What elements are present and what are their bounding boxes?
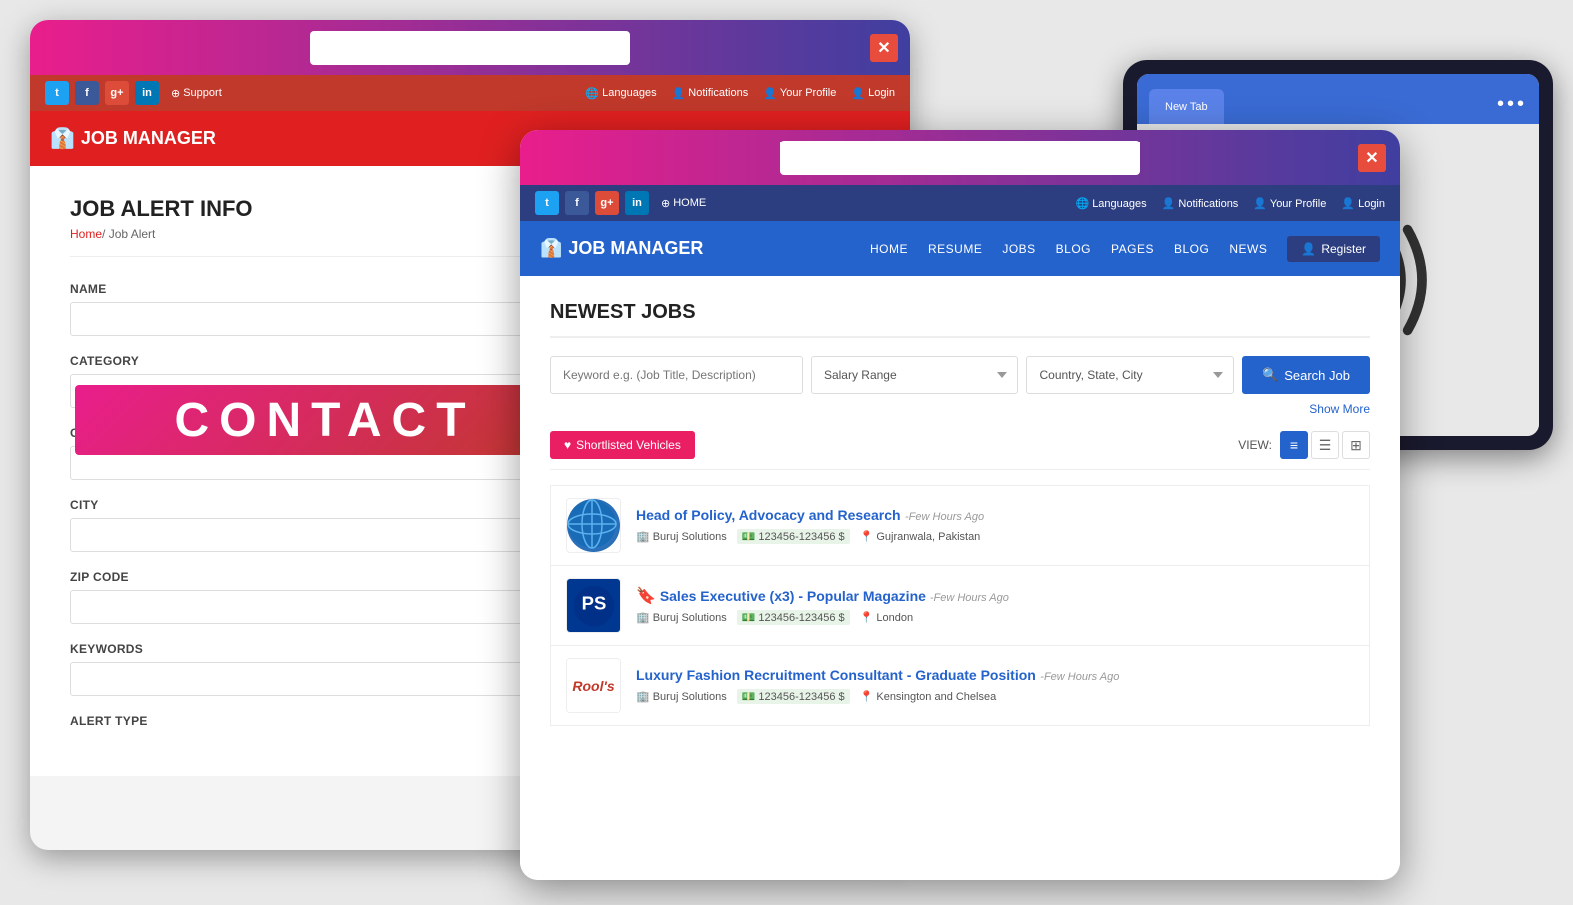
job-info-2: 🔖 Sales Executive (x3) - Popular Magazin…	[636, 586, 1354, 625]
contact-banner: CONTACT	[75, 385, 575, 455]
front-nav-home[interactable]: HOME	[870, 242, 908, 256]
front-nav-resume[interactable]: RESUME	[928, 242, 982, 256]
front-profile-link[interactable]: 👤 Your Profile	[1253, 197, 1326, 210]
shortlist-button[interactable]: ♥ Shortlisted Vehicles	[550, 431, 695, 459]
front-brand-logo[interactable]: 👔 JOB MANAGER	[540, 238, 703, 259]
front-nav-pages[interactable]: PAGES	[1111, 242, 1154, 256]
front-notifications-link[interactable]: 👤 Notifications	[1162, 197, 1239, 210]
job-time-2: -Few Hours Ago	[930, 592, 1009, 604]
linkedin-icon[interactable]: in	[135, 81, 159, 105]
front-login-link[interactable]: 👤 Login	[1341, 197, 1385, 210]
job-logo-ps: PS	[566, 578, 621, 633]
breadcrumb-home[interactable]: Home	[70, 227, 102, 241]
front-twitter-icon[interactable]: t	[535, 191, 559, 215]
job-salary-3: 💵 123456-123456 $	[737, 689, 850, 704]
job-meta-2: 🏢 Buruj Solutions 💵 123456-123456 $ 📍 Lo…	[636, 610, 1354, 625]
notifications-link[interactable]: 👤 Notifications	[672, 87, 749, 100]
tab-dots-icon: •••	[1497, 93, 1527, 124]
job-title-3[interactable]: Luxury Fashion Recruitment Consultant - …	[636, 667, 1036, 683]
back-social-bar: t f g+ in ⊕ Support 🌐 Languages 👤 Notifi…	[30, 75, 910, 111]
job-time-1: -Few Hours Ago	[905, 511, 984, 523]
table-row: PS 🔖 Sales Executive (x3) - Popular Maga…	[550, 566, 1370, 646]
front-linkedin-icon[interactable]: in	[625, 191, 649, 215]
job-logo-globe	[566, 498, 621, 553]
front-nav-news[interactable]: NEWS	[1229, 242, 1267, 256]
view-list1-button[interactable]: ≡	[1280, 431, 1308, 459]
heart-icon: ♥	[564, 438, 571, 452]
table-row: Head of Policy, Advocacy and Research -F…	[550, 485, 1370, 566]
front-search-bar[interactable]	[780, 141, 1140, 175]
front-nav-bar: 👔 JOB MANAGER HOME RESUME JOBS BLOG PAGE…	[520, 221, 1400, 276]
gplus-icon[interactable]: g+	[105, 81, 129, 105]
job-meta-3: 🏢 Buruj Solutions 💵 123456-123456 $ 📍 Ke…	[636, 689, 1354, 704]
globe-logo	[567, 499, 620, 552]
tablet-browser-bar: New Tab •••	[1137, 74, 1539, 124]
show-more-link[interactable]: Show More	[550, 402, 1370, 416]
front-support-link[interactable]: ⊕ HOME	[661, 197, 706, 210]
job-company-2: 🏢 Buruj Solutions	[636, 611, 727, 624]
support-link[interactable]: ⊕ Support	[171, 87, 222, 100]
playstation-logo: PS	[567, 579, 620, 632]
front-social-bar: t f g+ in ⊕ HOME 🌐 Languages 👤 Notificat…	[520, 185, 1400, 221]
login-link[interactable]: 👤 Login	[851, 87, 895, 100]
front-close-button[interactable]: ✕	[1358, 144, 1386, 172]
front-topbar-right: 🌐 Languages 👤 Notifications 👤 Your Profi…	[1075, 197, 1385, 210]
back-gradient-bar: ✕	[30, 20, 910, 75]
front-search-input[interactable]	[780, 142, 1140, 157]
table-row: Rool's Luxury Fashion Recruitment Consul…	[550, 646, 1370, 726]
languages-link[interactable]: 🌐 Languages	[585, 87, 656, 100]
register-button[interactable]: 👤 Register	[1287, 236, 1380, 262]
job-location-2: 📍 London	[860, 611, 913, 624]
job-company-3: 🏢 Buruj Solutions	[636, 690, 727, 703]
toolbar: ♥ Shortlisted Vehicles VIEW: ≡ ☰ ⊞	[550, 431, 1370, 470]
front-content-area: NEWEST JOBS Salary Range Country, State,…	[520, 276, 1400, 880]
back-search-bar[interactable]	[310, 31, 630, 65]
search-row: Salary Range Country, State, City 🔍 Sear…	[550, 356, 1370, 394]
job-title-1[interactable]: Head of Policy, Advocacy and Research	[636, 507, 901, 523]
salary-select[interactable]: Salary Range	[811, 356, 1019, 394]
search-job-button[interactable]: 🔍 Search Job	[1242, 356, 1370, 394]
job-info-3: Luxury Fashion Recruitment Consultant - …	[636, 667, 1354, 704]
keyword-input[interactable]	[550, 356, 803, 394]
tablet-tab[interactable]: New Tab	[1149, 89, 1224, 124]
front-nav-blog2[interactable]: BLOG	[1174, 242, 1209, 256]
job-salary-1: 💵 123456-123456 $	[737, 529, 850, 544]
view-buttons: ≡ ☰ ⊞	[1280, 431, 1370, 459]
job-time-3: -Few Hours Ago	[1040, 671, 1119, 683]
back-brand-logo[interactable]: 👔 JOB MANAGER	[50, 126, 216, 151]
front-nav-links: HOME RESUME JOBS BLOG PAGES BLOG NEWS 👤 …	[870, 236, 1380, 262]
front-facebook-icon[interactable]: f	[565, 191, 589, 215]
front-gradient-bar: ✕	[520, 130, 1400, 185]
tie-icon: 👔	[50, 126, 75, 151]
facebook-icon[interactable]: f	[75, 81, 99, 105]
profile-link[interactable]: 👤 Your Profile	[763, 87, 836, 100]
job-title-2[interactable]: 🔖 Sales Executive (x3) - Popular Magazin…	[636, 588, 930, 604]
job-info-1: Head of Policy, Advocacy and Research -F…	[636, 507, 1354, 544]
job-meta-1: 🏢 Buruj Solutions 💵 123456-123456 $ 📍 Gu…	[636, 529, 1354, 544]
front-nav-blog1[interactable]: BLOG	[1056, 242, 1091, 256]
contact-text: CONTACT	[174, 393, 475, 448]
back-close-button[interactable]: ✕	[870, 34, 898, 62]
location-select[interactable]: Country, State, City	[1026, 356, 1234, 394]
job-company-1: 🏢 Buruj Solutions	[636, 530, 727, 543]
front-nav-jobs[interactable]: JOBS	[1002, 242, 1035, 256]
view-list2-button[interactable]: ☰	[1311, 431, 1339, 459]
front-gplus-icon[interactable]: g+	[595, 191, 619, 215]
view-label: VIEW:	[1238, 438, 1272, 452]
twitter-icon[interactable]: t	[45, 81, 69, 105]
back-topbar-right: 🌐 Languages 👤 Notifications 👤 Your Profi…	[585, 87, 895, 100]
job-location-3: 📍 Kensington and Chelsea	[860, 690, 997, 703]
job-logo-rools: Rool's	[566, 658, 621, 713]
section-title: NEWEST JOBS	[550, 301, 1370, 338]
job-salary-2: 💵 123456-123456 $	[737, 610, 850, 625]
job-list: Head of Policy, Advocacy and Research -F…	[550, 485, 1370, 726]
svg-text:PS: PS	[581, 592, 606, 613]
job-location-1: 📍 Gujranwala, Pakistan	[860, 530, 981, 543]
back-search-input[interactable]	[320, 40, 620, 55]
view-grid-button[interactable]: ⊞	[1342, 431, 1370, 459]
front-window: ✕ t f g+ in ⊕ HOME 🌐 Languages 👤 Notific…	[520, 130, 1400, 880]
front-tie-icon: 👔	[540, 238, 562, 259]
front-languages-link[interactable]: 🌐 Languages	[1075, 197, 1146, 210]
rools-logo: Rool's	[567, 659, 620, 712]
